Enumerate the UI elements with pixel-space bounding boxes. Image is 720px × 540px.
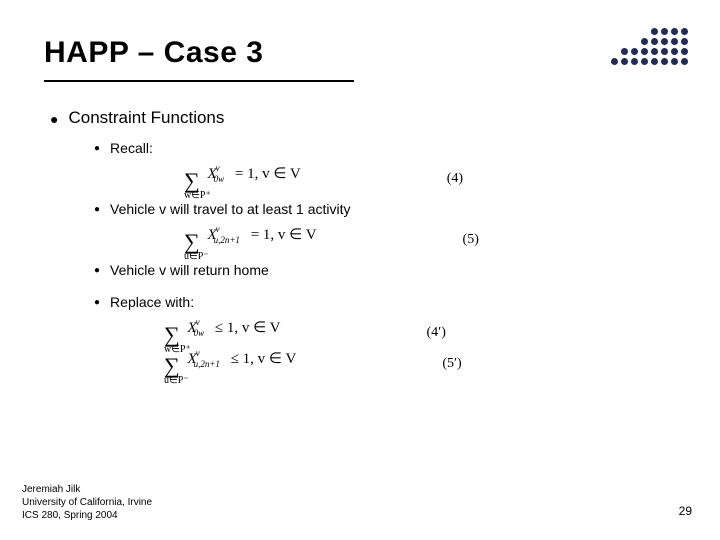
page-number: 29 xyxy=(679,504,692,518)
bullet-recall: ● Recall: xyxy=(94,140,720,158)
footer-affiliation: University of California, Irvine xyxy=(22,496,152,509)
bullet-travel-activity: ● Vehicle v will travel to at least 1 ac… xyxy=(94,201,720,219)
bullet-disc-icon: ● xyxy=(94,294,100,312)
equation-4-number: (4) xyxy=(447,171,463,187)
footer-course: ICS 280, Spring 2004 xyxy=(22,509,152,522)
bullet-return-home: ● Vehicle v will return home xyxy=(94,262,720,280)
slide-title: HAPP – Case 3 xyxy=(44,36,720,80)
bullet-level1: ● Constraint Functions xyxy=(50,108,720,130)
equation-4: ∑w∈P⁺ Xv0w = 1, v ∈ V (4) xyxy=(184,164,720,193)
equation-4prime-number: (4′) xyxy=(427,325,446,341)
bullet-disc-icon: ● xyxy=(50,108,58,130)
title-underline xyxy=(44,80,354,82)
equation-4prime: ∑w∈P⁺ Xv0w ≤ 1, v ∈ V (4′) xyxy=(164,318,720,347)
bullet-travel-text: Vehicle v will travel to at least 1 acti… xyxy=(110,201,350,217)
bullet-replace-text: Replace with: xyxy=(110,294,194,310)
bullet-return-text: Vehicle v will return home xyxy=(110,262,269,278)
equation-5prime: ∑u∈P⁻ Xvu,2n+1 ≤ 1, v ∈ V (5′) xyxy=(164,349,720,378)
equation-5-number: (5) xyxy=(463,232,479,248)
bullet-replace-with: ● Replace with: xyxy=(94,294,720,312)
equation-5: ∑u∈P⁻ Xvu,2n+1 = 1, v ∈ V (5) xyxy=(184,225,720,254)
bullet-recall-text: Recall: xyxy=(110,140,153,156)
bullet-level1-text: Constraint Functions xyxy=(68,108,224,128)
bullet-disc-icon: ● xyxy=(94,262,100,280)
equation-5prime-number: (5′) xyxy=(442,356,461,372)
footer-credits: Jeremiah Jilk University of California, … xyxy=(22,483,152,522)
bullet-disc-icon: ● xyxy=(94,201,100,219)
bullet-disc-icon: ● xyxy=(94,140,100,158)
footer-author: Jeremiah Jilk xyxy=(22,483,152,496)
